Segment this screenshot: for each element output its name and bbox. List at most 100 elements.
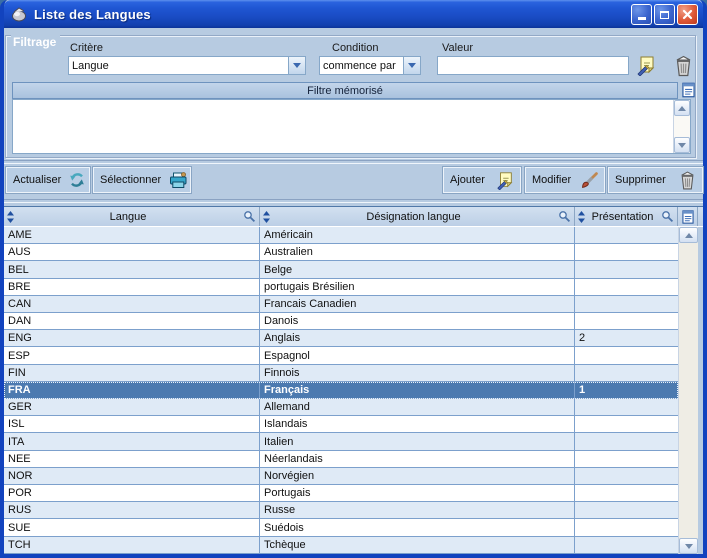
add-filter-button[interactable]: [636, 55, 656, 79]
memorized-filter-scrollbar[interactable]: [673, 100, 690, 153]
titlebar[interactable]: Liste des Langues: [4, 0, 703, 28]
cell-designation: Allemand: [260, 399, 575, 416]
table-row[interactable]: NEE Néerlandais: [4, 450, 678, 468]
cell-presentation: [575, 261, 678, 277]
separator-bottom: [4, 199, 703, 203]
cell-langue: SUE: [4, 519, 260, 536]
column-header-designation[interactable]: Désignation langue: [260, 207, 575, 226]
maximize-button[interactable]: [654, 4, 675, 25]
cell-langue: BEL: [4, 261, 260, 278]
paintbrush-icon: [582, 171, 598, 188]
cell-langue: AUS: [4, 244, 260, 261]
note-pencil-icon: [497, 171, 513, 190]
scroll-down-button[interactable]: [679, 538, 698, 554]
table-row[interactable]: FRA Français 1: [4, 381, 678, 400]
scroll-up-button[interactable]: [674, 100, 690, 116]
cell-designation: Suédois: [260, 519, 575, 536]
minimize-icon: [637, 17, 646, 20]
column-label: Présentation: [591, 210, 654, 223]
cell-langue: ESP: [4, 347, 260, 364]
table-row[interactable]: CAN Francais Canadien: [4, 295, 678, 314]
scroll-up-button[interactable]: [679, 227, 698, 243]
cell-presentation: [575, 416, 678, 432]
table-scrollbar[interactable]: [678, 227, 698, 554]
cell-presentation: [575, 433, 678, 449]
table-row[interactable]: POR Portugais: [4, 485, 678, 503]
cell-presentation: 2: [579, 332, 586, 345]
table-row[interactable]: AUS Australien: [4, 244, 678, 262]
criterion-combobox[interactable]: Langue: [68, 56, 306, 75]
condition-dropdown-button[interactable]: [403, 57, 420, 74]
condition-label: Condition: [332, 42, 379, 54]
table-row[interactable]: SUE Suédois: [4, 519, 678, 537]
add-button[interactable]: Ajouter: [443, 167, 521, 193]
cell-designation: Finnois: [260, 364, 575, 381]
cell-presentation: [575, 537, 678, 553]
table-row[interactable]: FIN Finnois: [4, 364, 678, 382]
trash-icon: [681, 170, 694, 189]
condition-combobox[interactable]: commence par: [319, 56, 421, 75]
arrow-down-icon: [684, 543, 693, 549]
form-icon: [682, 82, 695, 98]
column-header-langue[interactable]: Langue: [4, 207, 260, 226]
table-header: Langue Désignation langue Présentation: [4, 206, 703, 227]
table-row[interactable]: ITA Italien: [4, 433, 678, 451]
cell-langue: GER: [4, 399, 260, 416]
column-header-presentation[interactable]: Présentation: [575, 207, 678, 226]
modify-button[interactable]: Modifier: [525, 167, 605, 193]
close-button[interactable]: [677, 4, 698, 25]
clear-filter-button[interactable]: [674, 55, 693, 80]
scroll-down-button[interactable]: [674, 137, 690, 153]
cell-designation: Espagnol: [260, 347, 575, 364]
table-form-button[interactable]: [678, 207, 698, 226]
refresh-button-label: Actualiser: [13, 174, 62, 186]
search-icon[interactable]: [661, 210, 674, 223]
form-icon: [681, 209, 694, 224]
cell-presentation: [575, 227, 678, 243]
search-icon[interactable]: [243, 210, 256, 223]
note-pencil-icon: [637, 56, 655, 77]
cell-langue: FIN: [4, 364, 260, 381]
table-row[interactable]: NOR Norvégien: [4, 467, 678, 486]
cell-langue: NOR: [4, 467, 260, 485]
cell-designation: Danois: [260, 313, 575, 330]
cell-presentation: [575, 485, 678, 501]
cell-presentation: [575, 296, 678, 312]
cell-designation: Tchèque: [260, 536, 575, 553]
cell-langue: BRE: [4, 278, 260, 295]
delete-button[interactable]: Supprimer: [608, 167, 703, 193]
refresh-button[interactable]: Actualiser: [6, 167, 90, 193]
cell-designation: Belge: [260, 261, 575, 278]
table-row[interactable]: ENG Anglais 2: [4, 330, 678, 348]
trash-icon: [676, 55, 691, 77]
sort-icon: [578, 210, 585, 223]
value-input[interactable]: [437, 56, 629, 75]
minimize-button[interactable]: [631, 4, 652, 25]
criterion-label: Critère: [70, 42, 104, 54]
cell-designation: Néerlandais: [260, 450, 575, 467]
table-row[interactable]: RUS Russe: [4, 502, 678, 520]
table-row[interactable]: GER Allemand: [4, 399, 678, 417]
criterion-dropdown-button[interactable]: [288, 57, 305, 74]
printer-icon: [170, 171, 187, 188]
close-icon: [682, 9, 693, 20]
table-row[interactable]: AME Américain: [4, 227, 678, 245]
cell-langue: FRA: [4, 381, 260, 399]
cell-designation: Australien: [260, 244, 575, 261]
cell-designation: Anglais: [260, 330, 575, 347]
table-row[interactable]: DAN Danois: [4, 313, 678, 331]
memorized-filter-list-empty[interactable]: [13, 100, 673, 153]
table-row[interactable]: ESP Espagnol: [4, 347, 678, 365]
column-label: Désignation langue: [366, 210, 461, 223]
search-icon[interactable]: [558, 210, 571, 223]
memorized-filter-list[interactable]: [12, 99, 691, 154]
delete-button-label: Supprimer: [615, 174, 666, 186]
table-row[interactable]: ISL Islandais: [4, 416, 678, 434]
window-title: Liste des Langues: [34, 6, 151, 22]
table-row[interactable]: BEL Belge: [4, 261, 678, 279]
chevron-down-icon: [293, 63, 301, 68]
table-row[interactable]: BRE portugais Brésilien: [4, 278, 678, 296]
memorized-filter-header[interactable]: Filtre mémorisé: [12, 82, 678, 99]
table-row[interactable]: TCH Tchèque: [4, 536, 678, 554]
select-button[interactable]: Sélectionner: [93, 167, 191, 193]
